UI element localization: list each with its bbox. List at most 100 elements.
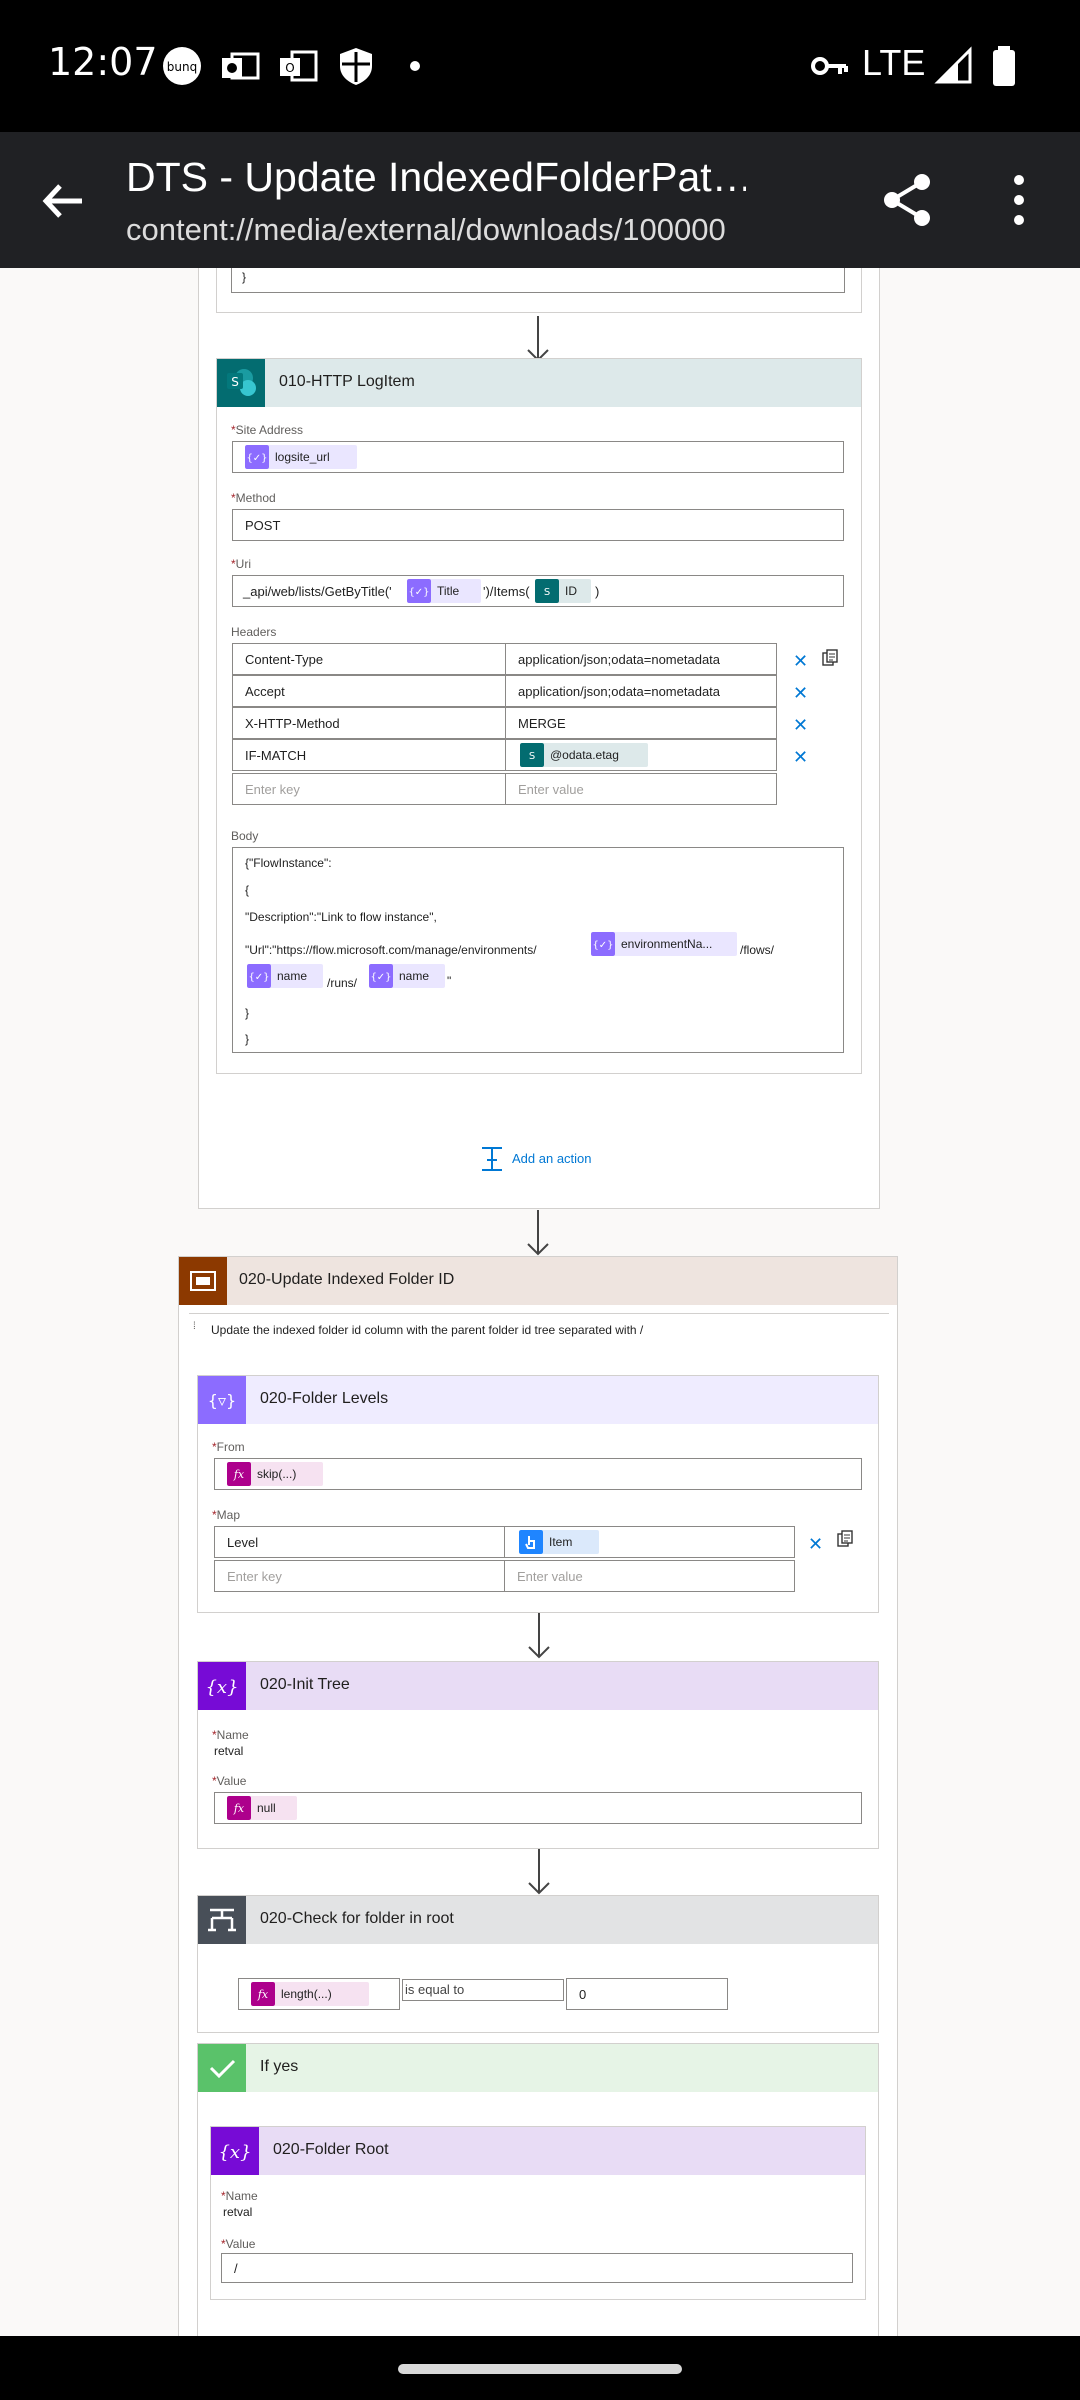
folder-root-card: {x} 020-Folder Root *Name retval *Value … [210, 2126, 866, 2300]
map-value-input[interactable]: Enter value [504, 1560, 795, 1592]
body-label: Body [231, 829, 259, 843]
dynamic-token[interactable]: {✓} Title [407, 579, 481, 603]
home-gesture-handle[interactable] [398, 2364, 682, 2374]
data-operation-icon: {✓} [407, 579, 431, 603]
method-field[interactable]: POST [232, 509, 844, 541]
flow-canvas: } S 010-HTTP LogItem *Site Address {✓} l… [0, 268, 1080, 2336]
dot-icon [410, 61, 420, 71]
svg-text:S: S [544, 587, 550, 598]
map-label: *Map [212, 1508, 241, 1522]
svg-text:fx: fx [233, 1468, 245, 1481]
expression-token[interactable]: fx length(...) [251, 1982, 369, 2006]
header-value[interactable]: application/json;odata=nometadata [505, 643, 777, 675]
if-yes-header[interactable]: If yes [198, 2044, 878, 2092]
outlook-icon [222, 52, 260, 80]
fx-icon: fx [227, 1462, 251, 1486]
share-icon[interactable] [880, 172, 936, 228]
dynamic-token[interactable]: S @odata.etag [520, 743, 648, 767]
expression-token[interactable]: fx null [227, 1796, 297, 1820]
body-field[interactable]: {"FlowInstance": { "Description":"Link t… [232, 847, 844, 1053]
document-title: DTS - Update IndexedFolderPat… [126, 154, 746, 200]
svg-text:fx: fx [233, 1802, 245, 1815]
back-arrow-icon[interactable] [38, 176, 88, 226]
init-tree-title: 020-Init Tree [260, 1676, 350, 1693]
more-options-icon[interactable] [1004, 172, 1034, 228]
dynamic-token[interactable]: {✓} logsite_url [245, 445, 357, 469]
map-key-input[interactable]: Enter key [214, 1560, 505, 1592]
navigation-bar [0, 2336, 1080, 2400]
status-bar: 12:07 bunq O LTE [0, 0, 1080, 132]
value-field[interactable]: / [221, 2253, 853, 2283]
sharepoint-icon: S [535, 579, 559, 603]
switch-to-text-mode-icon[interactable] [821, 649, 839, 667]
value-field[interactable]: fx null [214, 1792, 862, 1824]
map-key[interactable]: Level [214, 1526, 505, 1558]
svg-text:{x}: {x} [205, 1677, 238, 1698]
header-value[interactable]: S @odata.etag [505, 739, 777, 771]
status-time: 12:07 [48, 40, 158, 84]
remove-row-icon[interactable]: ✕ [793, 684, 809, 702]
signal-icon [934, 46, 972, 84]
expression-token[interactable]: fx skip(...) [227, 1462, 323, 1486]
init-tree-header[interactable]: {x} 020-Init Tree [198, 1662, 878, 1710]
folder-levels-card: {▿} 020-Folder Levels *From fx skip(...)… [197, 1375, 879, 1613]
header-key[interactable]: Content-Type [232, 643, 506, 675]
svg-text:S: S [529, 751, 535, 762]
data-operation-icon: {✓} [369, 964, 393, 988]
header-value[interactable]: application/json;odata=nometadata [505, 675, 777, 707]
remove-row-icon[interactable]: ✕ [793, 652, 809, 670]
header-key[interactable]: IF-MATCH [232, 739, 506, 771]
folder-levels-title: 020-Folder Levels [260, 1390, 389, 1407]
scope-title: 020-Update Indexed Folder ID [239, 1271, 455, 1288]
scope-header[interactable]: 020-Update Indexed Folder ID [179, 1257, 897, 1305]
previous-body-field: } [231, 268, 845, 293]
header-key[interactable]: Accept [232, 675, 506, 707]
condition-left-operand[interactable]: fx length(...) [238, 1978, 400, 2010]
folder-root-header[interactable]: {x} 020-Folder Root [211, 2127, 865, 2175]
remove-row-icon[interactable]: ✕ [793, 748, 809, 766]
http-logitem-header[interactable]: S 010-HTTP LogItem [217, 359, 861, 407]
checkmark-icon [198, 2044, 246, 2092]
previous-action-card: } [216, 268, 862, 313]
condition-right-operand[interactable]: 0 [566, 1978, 728, 2010]
svg-text:{✓}: {✓} [246, 453, 267, 464]
manual-trigger-icon [519, 1530, 543, 1554]
http-logitem-title: 010-HTTP LogItem [279, 373, 415, 390]
data-operation-icon: {✓} [245, 445, 269, 469]
init-tree-card: {x} 020-Init Tree *Name retval *Value fx… [197, 1661, 879, 1849]
dynamic-token[interactable]: {✓} name [247, 964, 323, 988]
condition-operator-dropdown[interactable]: is equal to [402, 1979, 564, 2001]
dynamic-token[interactable]: Item [519, 1530, 599, 1554]
map-value[interactable]: Item [504, 1526, 795, 1558]
header-value-input[interactable]: Enter value [505, 773, 777, 805]
site-address-field[interactable]: {✓} logsite_url [232, 441, 844, 473]
condition-header[interactable]: 020-Check for folder in root [198, 1896, 878, 1944]
header-key-input[interactable]: Enter key [232, 773, 506, 805]
condition-card: 020-Check for folder in root fx length(.… [197, 1895, 879, 2033]
header-value[interactable]: MERGE [505, 707, 777, 739]
comment-icon: ⁞ [193, 1321, 196, 1332]
header-key[interactable]: X-HTTP-Method [232, 707, 506, 739]
sharepoint-icon: S [217, 359, 265, 407]
method-label: *Method [231, 491, 276, 505]
network-type: LTE [862, 42, 926, 83]
switch-to-text-mode-icon[interactable] [836, 1530, 854, 1548]
fx-icon: fx [251, 1982, 275, 2006]
folder-levels-header[interactable]: {▿} 020-Folder Levels [198, 1376, 878, 1424]
folder-root-title: 020-Folder Root [273, 2141, 389, 2158]
value-label: *Value [212, 1774, 247, 1788]
remove-row-icon[interactable]: ✕ [808, 1535, 824, 1553]
document-uri: content://media/external/downloads/10000… [126, 212, 726, 247]
svg-text:bunq: bunq [167, 60, 197, 74]
from-field[interactable]: fx skip(...) [214, 1458, 862, 1490]
site-address-label: *Site Address [231, 423, 304, 437]
name-label: *Name [221, 2189, 258, 2203]
name-label: *Name [212, 1728, 249, 1742]
uri-field[interactable]: _api/web/lists/GetByTitle(' {✓} Title ')… [232, 575, 844, 607]
dynamic-token[interactable]: {✓} name [369, 964, 445, 988]
svg-text:O: O [285, 61, 294, 75]
remove-row-icon[interactable]: ✕ [793, 716, 809, 734]
condition-title: 020-Check for folder in root [260, 1910, 454, 1927]
dynamic-token[interactable]: S ID [535, 579, 591, 603]
dynamic-token[interactable]: {✓} environmentNa... [591, 932, 737, 956]
